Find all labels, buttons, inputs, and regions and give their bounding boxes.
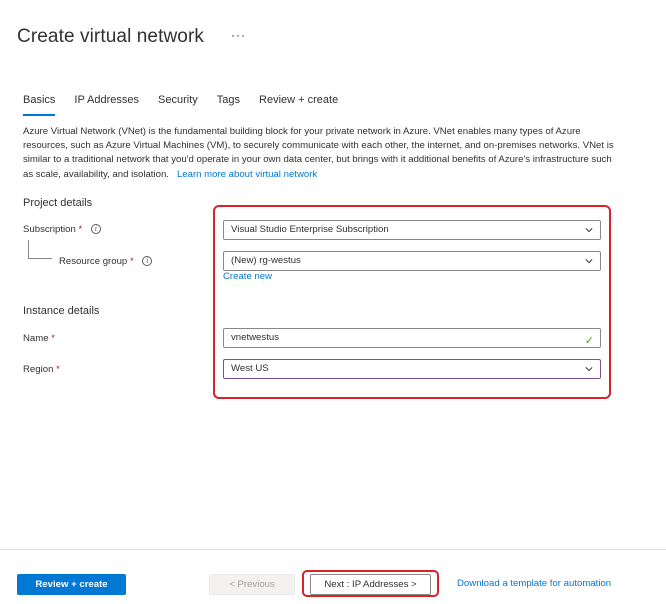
resource-group-value: (New) rg-westus xyxy=(231,255,301,266)
name-input[interactable]: vnetwestus ✓ xyxy=(223,328,601,348)
region-value: West US xyxy=(231,363,269,374)
more-options-button[interactable]: ··· xyxy=(231,28,246,42)
region-label-text: Region xyxy=(23,364,54,375)
checkmark-icon: ✓ xyxy=(584,335,594,347)
tab-basics[interactable]: Basics xyxy=(23,94,56,116)
create-new-link[interactable]: Create new xyxy=(223,271,272,282)
subscription-label-text: Subscription xyxy=(23,224,76,235)
required-mark: * xyxy=(129,256,134,267)
project-details-heading: Project details xyxy=(23,197,93,209)
info-icon[interactable]: i xyxy=(142,256,153,267)
resource-group-label: Resource group * i xyxy=(59,256,153,267)
resource-group-label-text: Resource group xyxy=(59,256,128,267)
previous-button[interactable]: < Previous xyxy=(209,574,295,595)
subscription-label: Subscription * i xyxy=(23,224,101,235)
tab-review-create[interactable]: Review + create xyxy=(259,94,338,116)
required-mark: * xyxy=(51,333,55,344)
tab-tags[interactable]: Tags xyxy=(217,94,240,116)
info-icon[interactable]: i xyxy=(90,224,101,235)
name-label-text: Name xyxy=(23,333,49,344)
tree-connector xyxy=(28,258,52,259)
chevron-down-icon xyxy=(585,228,593,233)
name-label: Name * xyxy=(23,333,55,344)
instance-details-heading: Instance details xyxy=(23,305,100,317)
next-ip-addresses-button[interactable]: Next : IP Addresses > xyxy=(310,574,431,595)
chevron-down-icon xyxy=(585,259,593,264)
subscription-value: Visual Studio Enterprise Subscription xyxy=(231,224,389,235)
tab-ip-addresses[interactable]: IP Addresses xyxy=(74,94,139,116)
region-select[interactable]: West US xyxy=(223,359,601,379)
tab-bar: Basics IP Addresses Security Tags Review… xyxy=(23,94,357,116)
page-title: Create virtual network xyxy=(17,26,204,47)
resource-group-select[interactable]: (New) rg-westus xyxy=(223,251,601,271)
chevron-down-icon xyxy=(585,367,593,372)
subscription-select[interactable]: Visual Studio Enterprise Subscription xyxy=(223,220,601,240)
region-label: Region * xyxy=(23,364,60,375)
intro-text: Azure Virtual Network (VNet) is the fund… xyxy=(23,126,614,180)
learn-more-link[interactable]: Learn more about virtual network xyxy=(177,169,317,180)
tree-connector xyxy=(28,240,29,258)
name-value: vnetwestus xyxy=(231,332,279,343)
review-create-button[interactable]: Review + create xyxy=(17,574,126,595)
required-mark: * xyxy=(78,224,83,235)
tab-security[interactable]: Security xyxy=(158,94,198,116)
required-mark: * xyxy=(56,364,60,375)
intro-description: Azure Virtual Network (VNet) is the fund… xyxy=(23,125,623,182)
download-template-link[interactable]: Download a template for automation xyxy=(457,578,611,589)
footer-divider xyxy=(0,549,666,550)
